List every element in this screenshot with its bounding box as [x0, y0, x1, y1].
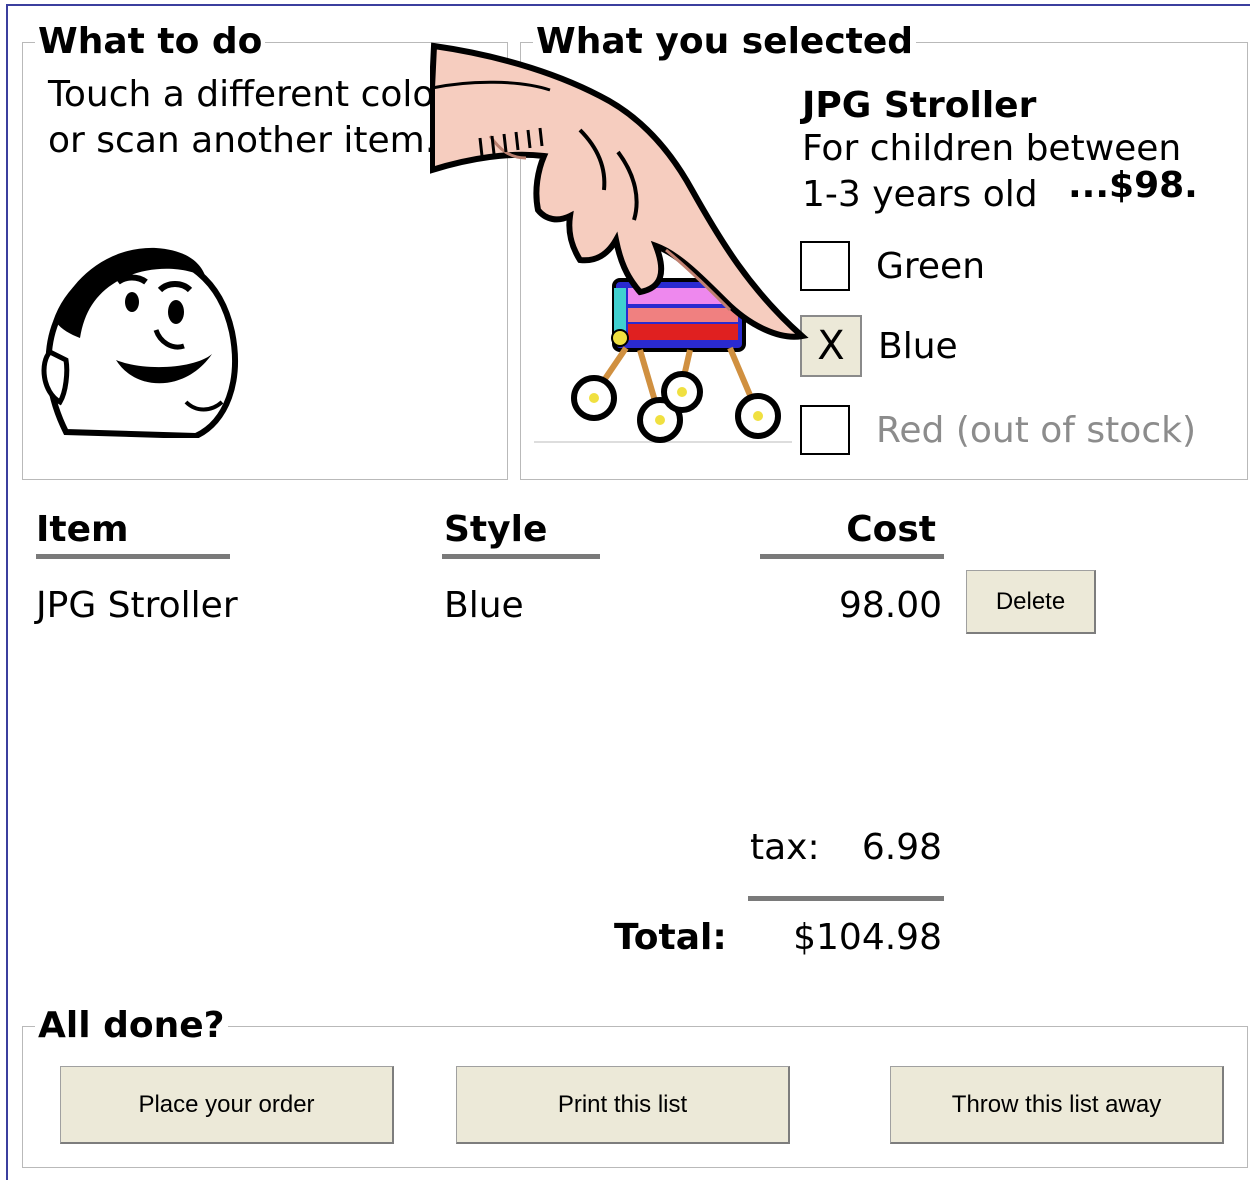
row-item: JPG Stroller [36, 585, 238, 626]
header-style-underline [442, 554, 600, 559]
header-cost-underline [760, 554, 944, 559]
instruction-line-2: or scan another item. [48, 120, 437, 161]
all-done-legend: All done? [38, 1005, 225, 1046]
place-order-button[interactable]: Place your order [60, 1066, 394, 1144]
total-rule [748, 896, 944, 901]
color-option-label: Red (out of stock) [876, 409, 1197, 451]
total-value: $104.98 [793, 917, 942, 958]
row-cost: 98.00 [838, 585, 942, 626]
instructions-text: Touch a different color or scan another … [48, 72, 488, 164]
pointing-hand-icon [430, 42, 809, 340]
product-name: JPG Stroller [802, 85, 1037, 126]
color-option-blue[interactable]: X Blue [800, 315, 958, 377]
header-cost: Cost [846, 509, 936, 550]
print-list-button[interactable]: Print this list [456, 1066, 790, 1144]
color-option-label: Blue [878, 325, 958, 367]
tax-label: tax: [750, 827, 820, 868]
header-item-underline [36, 554, 230, 559]
color-option-red[interactable]: Red (out of stock) [800, 400, 1196, 460]
row-style: Blue [444, 585, 524, 626]
product-price: ...$98. [1068, 165, 1198, 206]
checkbox-red[interactable] [800, 405, 850, 455]
cartoon-face-icon [41, 247, 238, 438]
instruction-line-1: Touch a different color [48, 74, 450, 115]
tax-value: 6.98 [861, 827, 942, 868]
total-label: Total: [614, 917, 727, 958]
header-style: Style [444, 509, 548, 550]
delete-button[interactable]: Delete [966, 570, 1096, 634]
color-option-green[interactable]: Green [800, 236, 985, 296]
color-option-label: Green [876, 245, 986, 287]
throw-list-away-button[interactable]: Throw this list away [890, 1066, 1224, 1144]
header-item: Item [36, 509, 129, 550]
what-to-do-legend: What to do [38, 21, 263, 62]
